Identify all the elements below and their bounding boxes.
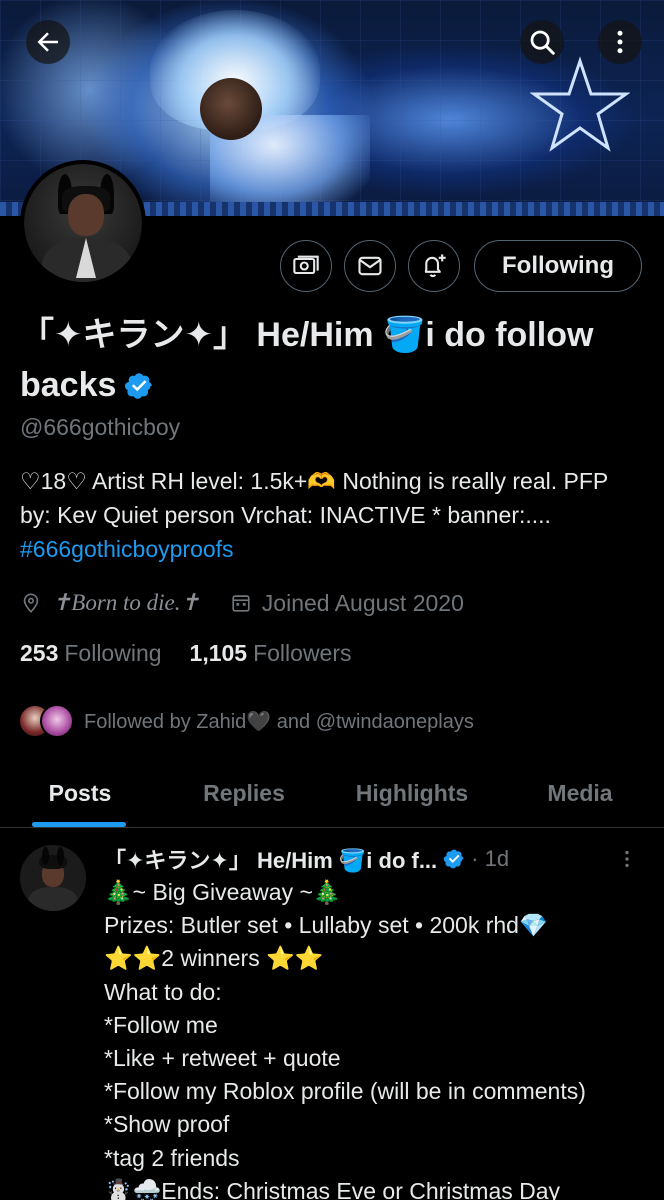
more-options-button[interactable] xyxy=(598,20,642,64)
post-author-avatar[interactable] xyxy=(20,845,86,911)
profile-location: ✝Born to die.✝ xyxy=(52,590,200,615)
notifications-button[interactable] xyxy=(408,240,460,292)
profile-joined: Joined August 2020 xyxy=(261,589,464,616)
post-timestamp[interactable]: · 1d xyxy=(471,846,509,872)
followers-count-link[interactable]: 1,105 Followers xyxy=(190,640,352,667)
bio-hashtag-link[interactable]: #666gothicboyproofs xyxy=(20,536,234,562)
tab-posts[interactable]: Posts xyxy=(0,760,160,827)
star-decoration xyxy=(530,56,630,152)
subscribe-button[interactable] xyxy=(280,240,332,292)
calendar-icon xyxy=(232,595,250,612)
tab-replies[interactable]: Replies xyxy=(160,760,328,827)
search-icon xyxy=(530,30,555,55)
following-count-link[interactable]: 253 Following xyxy=(20,640,162,667)
avatar xyxy=(40,704,74,738)
profile-name-text: 「✦キラン✦」 He/Him 🪣i do follow backs xyxy=(20,316,594,404)
profile-avatar[interactable] xyxy=(20,160,146,286)
tab-media[interactable]: Media xyxy=(496,760,664,827)
followed-by-row[interactable]: Followed by Zahid🖤 and @twindaoneplays xyxy=(18,703,474,739)
verified-badge-icon[interactable] xyxy=(124,371,154,401)
profile-tabs: Posts Replies Highlights Media xyxy=(0,760,664,828)
profile-meta: ✝Born to die.✝ Joined August 2020 xyxy=(20,586,464,620)
profile-handle: @666gothicboy xyxy=(20,414,181,440)
back-button[interactable] xyxy=(26,20,70,64)
mail-icon xyxy=(358,256,382,276)
verified-badge-icon xyxy=(443,849,464,869)
profile-bio: ♡18♡ Artist RH level: 1.5k+🫶 Nothing is … xyxy=(20,464,644,566)
following-button[interactable]: Following xyxy=(474,240,642,292)
more-vertical-icon xyxy=(617,30,623,54)
post-text: 🎄~ Big Giveaway ~🎄 Prizes: Butler set • … xyxy=(104,879,586,1200)
search-button[interactable] xyxy=(520,20,564,64)
more-vertical-icon[interactable] xyxy=(616,848,638,870)
profile-name: 「✦キラン✦」 He/Him 🪣i do follow backs xyxy=(20,310,640,410)
profile-counts: 253 Following 1,105 Followers xyxy=(20,640,352,667)
followed-by-text: Followed by Zahid🖤 and @twindaoneplays xyxy=(84,710,474,733)
arrow-left-icon xyxy=(37,32,58,52)
tab-highlights[interactable]: Highlights xyxy=(328,760,496,827)
bell-plus-icon xyxy=(424,254,446,278)
post-author-name[interactable]: 「✦キラン✦」 He/Him 🪣i do f... xyxy=(104,843,437,875)
money-icon xyxy=(293,255,319,275)
bio-text: ♡18♡ Artist RH level: 1.5k+🫶 Nothing is … xyxy=(20,468,608,528)
message-button[interactable] xyxy=(344,240,396,292)
location-icon xyxy=(23,593,39,613)
post-header: 「✦キラン✦」 He/Him 🪣i do f... · 1d xyxy=(104,842,644,876)
